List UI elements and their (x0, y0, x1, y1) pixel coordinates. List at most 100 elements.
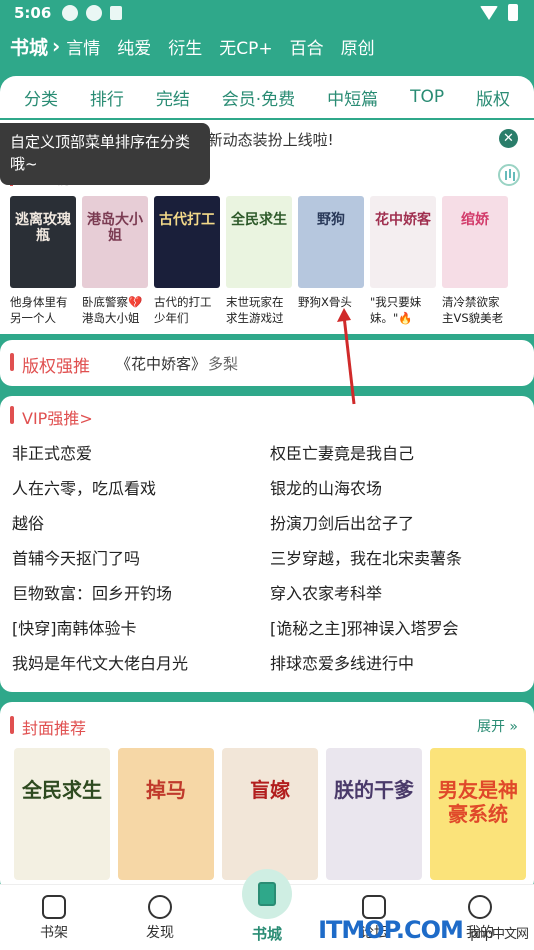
book-title: 卧底警察💔港岛大小姐 (82, 295, 143, 325)
cover-text: 港岛大小姐 (87, 212, 143, 244)
section-marker (10, 353, 14, 371)
tab-label: 完结 (155, 89, 190, 110)
book-cover[interactable]: 朕的干爹 (326, 748, 422, 880)
book-title: 末世玩家在求生游戏过神仙 (226, 295, 284, 325)
tab-label: 会员·免费 (221, 89, 296, 110)
cover-list: 全民求生 掉马 盲嫁 朕的干爹 男友是神豪系统 (14, 748, 526, 880)
book-cover[interactable]: 全民求生 (14, 748, 110, 880)
book-title-link[interactable]: 首辅今天抠门了吗 (12, 545, 270, 568)
book-title-link[interactable]: 排球恋爱多线进行中 (270, 650, 522, 673)
book-title-link[interactable]: [诡秘之主]邪神误入塔罗会 (270, 615, 522, 638)
section-marker (10, 406, 14, 424)
cover-text: 男友是神豪系统 (438, 778, 518, 826)
tab-category[interactable]: 分类 (20, 85, 61, 112)
status-time: 5:06 (14, 4, 52, 22)
book-title-link[interactable]: 权臣亡妻竟是我自己 (270, 440, 522, 463)
book-title: 古代的打工少年们 (154, 295, 212, 325)
book-title-link[interactable]: 我妈是年代文大佬白月光 (12, 650, 270, 673)
book-title-link[interactable]: 人在六零，吃瓜看戏 (12, 475, 270, 498)
book-title: 清冷禁欲家主VS貌美老实娇 (442, 295, 504, 325)
book-cover: 全民求生 (226, 196, 292, 288)
section-title: 版权强推 (22, 357, 90, 377)
section-title[interactable]: VIP强推> (22, 405, 93, 429)
channel-item[interactable]: 无CP+ (219, 34, 272, 59)
channel-nav: 书城 › 言情 纯爱 衍生 无CP+ 百合 原创 (0, 30, 534, 62)
book-title-link[interactable]: 三岁穿越，我在北宋卖薯条 (270, 545, 522, 568)
cover-text: 花中娇客 (375, 212, 431, 228)
nav-bookshelf[interactable]: 书架 (24, 895, 84, 942)
book-card[interactable]: 古代打工古代的打工少年们 (154, 196, 220, 326)
tab-ranking[interactable]: 排行 (86, 85, 127, 112)
status-bar: 5:06 (0, 0, 534, 28)
app-notification-icon (86, 5, 102, 21)
book-title[interactable]: 《花中娇客》 (116, 353, 206, 374)
nav-label: 书城 (251, 925, 282, 943)
section-marker (10, 716, 14, 734)
book-cover: 野狗 (298, 196, 364, 288)
copyright-section[interactable]: 版权强推 《花中娇客》 多梨 (0, 340, 534, 386)
book-cover: 港岛大小姐 (82, 196, 148, 288)
book-title-link[interactable]: 非正式恋爱 (12, 440, 270, 463)
book-card[interactable]: 逃离玫瑰瓶 他身体里有另一个人 (10, 196, 76, 326)
bookshelf-icon (42, 895, 66, 919)
tab-short[interactable]: 中短篇 (324, 85, 382, 112)
cover-text: 盲嫁 (250, 778, 290, 802)
book-author: 多梨 (208, 355, 239, 373)
channel-item[interactable]: 纯爱 (117, 34, 151, 59)
close-icon[interactable]: ✕ (499, 129, 518, 148)
cover-text: 全民求生 (22, 778, 102, 802)
book-cover: 逃离玫瑰瓶 (10, 196, 76, 288)
tab-copyright[interactable]: 版权 (473, 85, 514, 112)
cover-text: 古代打工 (159, 212, 215, 228)
chart-icon[interactable] (498, 164, 520, 186)
channel-item[interactable]: 原创 (341, 34, 375, 59)
book-card[interactable]: 野狗 野狗X骨头 (298, 196, 364, 326)
search-icon (148, 895, 172, 919)
tab-member-free[interactable]: 会员·免费 (218, 85, 299, 112)
cover-text: 野狗 (317, 212, 345, 228)
book-title-link[interactable]: 扮演刀剑后出岔子了 (270, 510, 522, 533)
tab-top[interactable]: TOP (407, 87, 448, 109)
app-notification-icon (110, 6, 122, 20)
book-card[interactable]: 花中娇客 "我只要妹妹。"🔥 (370, 196, 436, 326)
book-title-link[interactable]: 穿入农家考科举 (270, 580, 522, 603)
book-cover[interactable]: 男友是神豪系统 (430, 748, 526, 880)
battery-icon (508, 4, 518, 21)
book-title-link[interactable]: 巨物致富：回乡开钓场 (12, 580, 270, 603)
category-tabs: 分类 排行 完结 会员·免费 中短篇 TOP 版权 (0, 76, 534, 118)
nav-discover[interactable]: 发现 (130, 895, 190, 942)
book-title-link[interactable]: 银龙的山海农场 (270, 475, 522, 498)
channel-item[interactable]: 衍生 (168, 34, 202, 59)
expand-button[interactable]: 展开 » (477, 716, 518, 736)
tab-label: 排行 (89, 89, 124, 110)
watermark-logo: ITMOP.COM php中文网 (318, 916, 529, 944)
vip-strong-section: VIP强推> 非正式恋爱 权臣亡妻竟是我自己 人在六零，吃瓜看戏 银龙的山海农场 越俗扮… (0, 396, 534, 692)
book-cover[interactable]: 盲嫁 (222, 748, 318, 880)
tab-label: TOP (410, 87, 445, 107)
status-notification-icons (62, 5, 122, 21)
channel-bookstore[interactable]: 书城 (10, 33, 48, 60)
cover-text: 掉马 (146, 778, 186, 802)
cover-recommend-section: 封面推荐 展开 » 全民求生 掉马 盲嫁 朕的干爹 男友是神豪系统 (0, 702, 534, 892)
channel-item[interactable]: 百合 (290, 34, 324, 59)
book-card[interactable]: 港岛大小姐卧底警察💔港岛大小姐 (82, 196, 148, 326)
nav-label: 发现 (146, 925, 174, 941)
book-card[interactable]: 绾娇清冷禁欲家主VS貌美老实娇 (442, 196, 508, 326)
nav-bookstore[interactable] (242, 869, 292, 919)
book-title-link[interactable]: [快穿]南韩体验卡 (12, 615, 270, 638)
nav-label: 书架 (40, 925, 68, 941)
book-cover[interactable]: 掉马 (118, 748, 214, 880)
cover-text: 逃离玫瑰瓶 (15, 212, 71, 244)
book-title-link[interactable]: 越俗 (12, 510, 270, 533)
cover-text: 绾娇 (461, 212, 489, 228)
channel-item[interactable]: 言情 (66, 34, 100, 59)
tab-completed[interactable]: 完结 (152, 85, 193, 112)
tooltip: 自定义顶部菜单排序在分类哦~ (0, 123, 210, 185)
cover-text: 全民求生 (231, 212, 287, 228)
wifi-icon (480, 5, 498, 20)
expand-label: 展开 (476, 719, 505, 735)
book-cover: 花中娇客 (370, 196, 436, 288)
book-cover: 绾娇 (442, 196, 508, 288)
book-card[interactable]: 全民求生末世玩家在求生游戏过神仙 (226, 196, 292, 326)
book-title-grid: 非正式恋爱 权臣亡妻竟是我自己 人在六零，吃瓜看戏 银龙的山海农场 越俗 扮演刀剑后出岔子… (12, 440, 522, 673)
